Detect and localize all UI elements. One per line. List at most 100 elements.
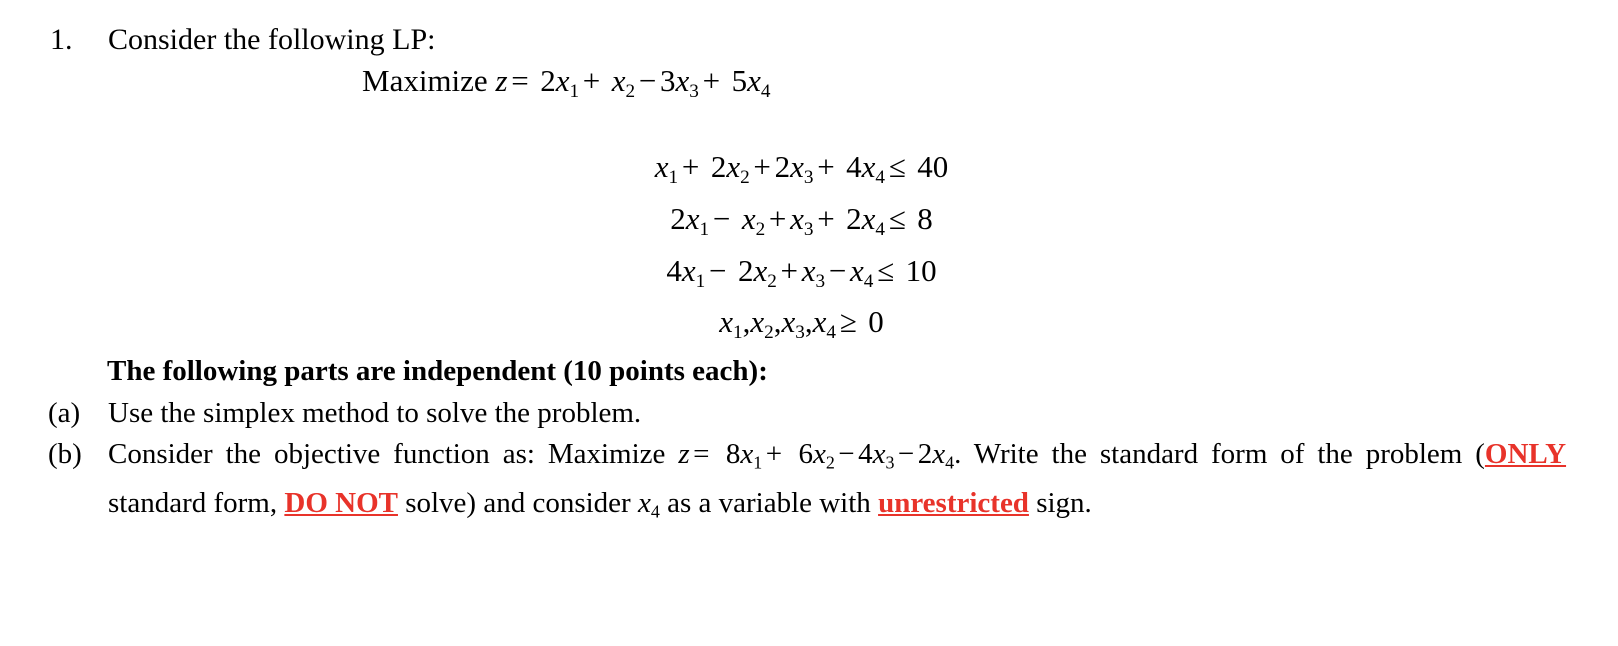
part-b-mid-3: as a variable with	[659, 487, 879, 520]
nn-variable-3: x	[781, 304, 796, 340]
c2-term-3-variable: x	[790, 200, 804, 236]
c2-term-2-variable: x	[741, 200, 756, 236]
parts-heading: The following parts are independent (10 …	[107, 355, 768, 387]
emphasis-do-not: DO NOT	[284, 487, 398, 520]
c1-term-1-variable: x	[654, 149, 669, 184]
part-b-term-4-operator: −	[897, 438, 915, 470]
c2-term-4-subscript: 4	[875, 218, 886, 240]
objective-term-4-variable: x	[747, 63, 761, 98]
constraints-block: x1 + 2x2 +2x3 + 4x4 ≤ 40 2x1− x2 + x3 + 2x4 ≤ 8 …	[0, 146, 1603, 353]
nn-subscript-4: 4	[826, 322, 837, 344]
c2-term-3-operator: +	[768, 200, 787, 236]
part-a-text: Use the simplex method to solve the prob…	[108, 397, 642, 429]
constraint-row: 4x1− 2x2 + x3− x4 ≤ 10	[0, 250, 1603, 302]
c2-term-4-operator: +	[817, 200, 835, 236]
c3-term-3-subscript: 3	[815, 270, 826, 292]
part-b-lead: Consider the objective function as: Maxi…	[108, 438, 666, 470]
c1-term-1-subscript: 1	[668, 166, 679, 188]
objective-term-4-coefficient: 5	[731, 63, 748, 98]
part-b-term-4-coefficient: 2	[917, 438, 933, 470]
c1-term-2-variable: x	[726, 149, 741, 184]
c3-term-4-subscript: 4	[863, 270, 874, 292]
nn-subscript-1: 1	[733, 322, 743, 344]
objective-equals: =	[511, 63, 529, 98]
c3-term-4-operator: −	[828, 252, 847, 288]
c1-term-2-subscript: 2	[740, 166, 750, 188]
question-item-1: 1. Consider the following LP:	[50, 22, 435, 58]
c3-relation: ≤	[877, 252, 895, 288]
c1-term-3-variable: x	[790, 149, 804, 184]
constraint-row: x1 + 2x2 +2x3 + 4x4 ≤ 40	[0, 146, 1603, 198]
objective-term-4-subscript: 4	[760, 80, 771, 102]
objective-label: Maximize	[362, 63, 488, 98]
c1-term-3-coefficient: 2	[774, 149, 791, 184]
part-b-term-2-subscript: 2	[825, 452, 835, 473]
c1-term-4-subscript: 4	[875, 166, 886, 188]
nn-relation: ≥	[839, 304, 857, 340]
part-b-term-4-variable: x	[932, 438, 946, 470]
c1-term-4-variable: x	[861, 149, 876, 184]
objective-term-2-variable: x	[611, 63, 626, 98]
document-page: 1. Consider the following LP: Maximize z…	[0, 0, 1618, 646]
nn-variable-4: x	[812, 304, 827, 340]
part-b-mid-2: solve) and consider	[397, 487, 638, 520]
question-stem: Consider the following LP:	[108, 23, 436, 56]
nn-variable-1: x	[719, 304, 734, 340]
nn-subscript-2: 2	[764, 322, 774, 344]
c3-rhs: 10	[905, 252, 937, 288]
part-b-term-1-variable: x	[740, 438, 754, 470]
parts-list: (a) Use the simplex method to solve the …	[48, 393, 1566, 533]
nn-comma-3: ,	[804, 304, 813, 340]
c1-relation: ≤	[888, 149, 906, 184]
c1-term-2-coefficient: 2	[710, 149, 727, 184]
part-b-term-1-coefficient: 8	[725, 438, 741, 470]
c1-term-2-operator: +	[681, 149, 700, 184]
c3-term-4-variable: x	[850, 252, 864, 288]
part-b-tail: sign.	[1028, 487, 1092, 520]
c3-term-1-coefficient: 4	[666, 252, 682, 288]
c2-term-1-subscript: 1	[699, 218, 710, 240]
nn-comma-2: ,	[773, 304, 782, 340]
objective-term-1-subscript: 1	[569, 80, 580, 102]
emphasis-unrestricted: unrestricted	[878, 487, 1029, 520]
objective-term-1-variable: x	[555, 63, 570, 98]
objective-term-4-operator: +	[702, 63, 721, 98]
c1-term-3-operator: +	[753, 149, 771, 184]
c3-term-1-subscript: 1	[695, 270, 706, 292]
c3-term-3-operator: +	[780, 252, 799, 288]
objective-term-1-coefficient: 2	[540, 63, 556, 98]
c2-term-2-operator: −	[712, 200, 731, 236]
part-b-after-period: . Write the standard form of the problem…	[954, 438, 1485, 470]
objective-term-2-operator: +	[582, 63, 601, 98]
c2-term-2-subscript: 2	[755, 218, 766, 240]
question-marker: 1.	[50, 23, 73, 56]
c3-term-2-variable: x	[753, 252, 768, 288]
part-b-term-3-coefficient: 4	[858, 438, 873, 470]
c2-rhs: 8	[917, 200, 933, 236]
objective-term-3-subscript: 3	[689, 80, 699, 102]
c3-term-1-variable: x	[681, 252, 696, 288]
c3-term-2-coefficient: 2	[737, 252, 754, 288]
part-b-term-3-variable: x	[872, 438, 886, 470]
c2-term-1-coefficient: 2	[670, 200, 686, 236]
part-b-free-variable-symbol: x	[637, 487, 651, 520]
part-b-obj-variable: z	[678, 438, 690, 470]
part-b-term-2-operator: +	[765, 438, 783, 470]
part-b-free-variable-subscript: 4	[650, 501, 660, 522]
c1-term-4-operator: +	[817, 149, 835, 184]
part-b-term-4-subscript: 4	[945, 452, 955, 473]
nonnegativity-row: x1,x2,x3,x4 ≥ 0	[0, 301, 1603, 353]
c2-term-4-variable: x	[861, 200, 876, 236]
c1-rhs: 40	[917, 149, 949, 184]
c2-term-4-coefficient: 2	[846, 200, 862, 236]
objective-term-2-subscript: 2	[625, 80, 636, 102]
part-b-mid-1: standard form,	[108, 487, 285, 520]
c2-relation: ≤	[888, 200, 906, 236]
c3-term-3-variable: x	[801, 252, 816, 288]
part-b-obj-equals: =	[693, 438, 710, 470]
c1-term-4-coefficient: 4	[846, 149, 862, 184]
c3-term-2-subscript: 2	[767, 270, 777, 292]
objective-term-3-variable: x	[675, 63, 690, 98]
part-b-text: Consider the objective function as: Maxi…	[108, 434, 1566, 533]
part-b-free-variable: x4	[637, 487, 660, 522]
